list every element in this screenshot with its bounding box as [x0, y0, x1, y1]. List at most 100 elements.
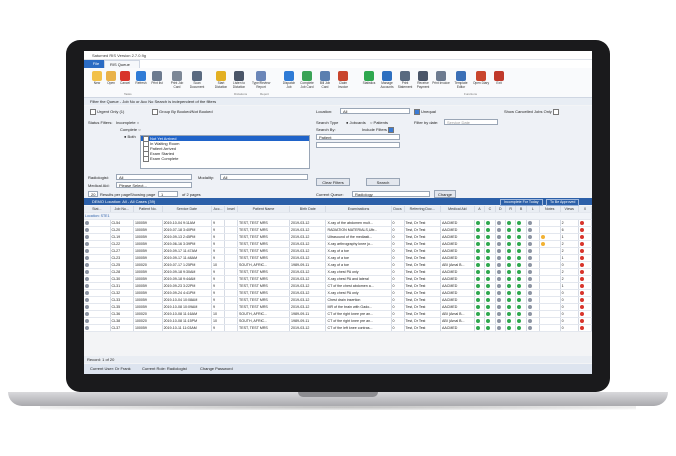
urgent-only-checkbox[interactable]: Urgent Only (1) [90, 109, 124, 115]
table-row[interactable]: CL32 100059 2019-09-24 4:41PM 9 TEST, TEST M… [84, 289, 592, 297]
medical-aid-select[interactable]: Please Select... [116, 182, 192, 188]
print-list-button[interactable]: Print list [148, 71, 166, 93]
notes-cell[interactable] [539, 303, 561, 311]
notes-cell[interactable] [539, 268, 561, 276]
note-icon[interactable] [540, 242, 545, 247]
notes-cell[interactable] [539, 254, 561, 262]
status-option[interactable]: Exam Complete [141, 156, 309, 162]
record-navigator[interactable]: Record: 1 of 20 [84, 356, 592, 363]
cancel-icon[interactable] [579, 270, 584, 275]
change-password-link[interactable]: Change Password [200, 364, 233, 374]
group-row[interactable]: Location: STE1 [84, 212, 592, 220]
cancel-cell[interactable] [578, 324, 592, 332]
cancel-icon[interactable] [579, 249, 584, 254]
bill-button[interactable]: Bill Job Card [316, 71, 334, 93]
table-row[interactable]: CL38 100020 2019-10-08 11:15PM 10 SOUTH, AFR… [84, 317, 592, 325]
table-row[interactable]: CL20 100059 2019-07-18 3:40PM 9 TEST, TEST M… [84, 226, 592, 234]
to-be-approved-button[interactable]: To Be Approved [546, 199, 580, 206]
radiologist-select[interactable]: All [116, 174, 192, 180]
date-select[interactable]: Service Date [444, 119, 498, 125]
cancel-icon[interactable] [579, 263, 584, 268]
table-row[interactable]: CL19 100059 2019-09-13 2:45PM 9 TEST, TEST M… [84, 233, 592, 241]
clear-filters-button[interactable]: Clear Filters [316, 178, 350, 186]
dispatch-button[interactable]: Dispatch Job [280, 71, 298, 93]
notes-cell[interactable] [539, 317, 561, 325]
notes-cell[interactable] [539, 240, 561, 248]
scan-button[interactable]: Scan Document [188, 71, 206, 93]
cancel-cell[interactable] [578, 247, 592, 255]
note-icon[interactable] [540, 235, 545, 240]
modality-select[interactable]: All [220, 174, 308, 180]
notes-cell[interactable] [539, 247, 561, 255]
accounts-button[interactable]: Manage Accounts [378, 71, 396, 93]
notes-cell[interactable] [539, 310, 561, 318]
notes-cell[interactable] [539, 219, 561, 227]
group-by-booked-checkbox[interactable]: Group By Booked/Not Booked [152, 109, 213, 115]
report-button[interactable]: Type/Review Report [252, 71, 270, 93]
cancel-cell[interactable] [578, 296, 592, 304]
invoice-button[interactable]: Print Invoice [432, 71, 450, 93]
cancel-cell[interactable] [578, 310, 592, 318]
cancel-icon[interactable] [579, 291, 584, 296]
jobcards-radio[interactable]: ● Jobcards [346, 120, 366, 125]
table-row[interactable]: CL28 100059 2019-09-18 9:30AM 9 TEST, TEST M… [84, 268, 592, 276]
notes-cell[interactable] [539, 261, 561, 269]
current-queue-select[interactable]: Radiology [352, 191, 430, 197]
notes-cell[interactable] [539, 226, 561, 234]
cancel-cell[interactable] [578, 275, 592, 283]
table-row[interactable]: CL35 100059 2019-10-08 10:09AM 9 TEST, TEST … [84, 303, 592, 311]
exit-button[interactable]: Exit [490, 71, 508, 93]
payment-button[interactable]: Receive Payment [414, 71, 432, 93]
cancel-icon[interactable] [579, 256, 584, 261]
headset-button[interactable]: Listen to Dictation [230, 71, 248, 93]
cancel-cell[interactable] [578, 233, 592, 241]
cancel-cell[interactable] [578, 303, 592, 311]
cancel-icon[interactable] [579, 305, 584, 310]
cancel-icon[interactable] [579, 221, 584, 226]
notes-cell[interactable] [539, 233, 561, 241]
cancel-icon[interactable] [579, 242, 584, 247]
table-row[interactable]: CL30 100059 2019-09-18 9:44AM 9 TEST, TEST M… [84, 275, 592, 283]
table-row[interactable]: CL25 100020 2019-07-17 1:25PM 10 SOUTH, AFRI… [84, 261, 592, 269]
cancel-icon[interactable] [579, 326, 584, 331]
notes-cell[interactable] [539, 324, 561, 332]
notes-cell[interactable] [539, 289, 561, 297]
table-row[interactable]: CL31 100059 2019-09-23 3:22PM 9 TEST, TEST M… [84, 282, 592, 290]
cancel-cell[interactable] [578, 261, 592, 269]
cancel-cell[interactable] [578, 240, 592, 248]
cancel-cell[interactable] [578, 282, 592, 290]
complete-button[interactable]: Complete Job Card [298, 71, 316, 93]
notes-cell[interactable] [539, 296, 561, 304]
table-row[interactable]: CL22 100059 2019-06-16 3:39PM 9 TEST, TEST M… [84, 240, 592, 248]
cancel-cell[interactable] [578, 226, 592, 234]
template-button[interactable]: Template Editor [452, 71, 470, 93]
notes-cell[interactable] [539, 282, 561, 290]
cancel-cell[interactable] [578, 289, 592, 297]
unequal-checkbox[interactable]: Unequal [414, 109, 436, 115]
search-button[interactable]: Search [366, 178, 400, 186]
patients-radio[interactable]: ○ Patients [370, 120, 388, 125]
cancel-cell[interactable] [578, 268, 592, 276]
key-button[interactable]: Start Dictation [212, 71, 230, 93]
statement-button[interactable]: Print Statement [396, 71, 414, 93]
cancel-icon[interactable] [579, 312, 584, 317]
both-radio[interactable]: ● Both [124, 134, 136, 139]
table-row[interactable]: CL36 100020 2019-10-08 11:16AM 10 SOUTH, AFR… [84, 310, 592, 318]
table-row[interactable]: CL54 100059 2019-10-04 9:11AM 9 TEST, TEST M… [84, 219, 592, 227]
incomplete-radio[interactable]: Incomplete ○ [116, 120, 139, 125]
cancel-cell[interactable] [578, 317, 592, 325]
diary-button[interactable]: Open Diary [472, 71, 490, 93]
cancel-icon[interactable] [579, 235, 584, 240]
notes-cell[interactable] [539, 275, 561, 283]
show-cancelled-checkbox[interactable]: Show Cancelled Jobs Only [504, 109, 560, 115]
cancel-icon[interactable] [579, 298, 584, 303]
cancel-icon[interactable] [579, 319, 584, 324]
print-button[interactable]: Print Job Card [168, 71, 186, 93]
cancel-cell[interactable] [578, 254, 592, 262]
table-row[interactable]: CL27 100059 2019-09-17 11:47AM 9 TEST, TEST … [84, 247, 592, 255]
cancel-icon[interactable] [579, 228, 584, 233]
statistics-button[interactable]: Statistics [360, 71, 378, 93]
search-by-select[interactable]: Patient [316, 134, 400, 140]
cancel-icon[interactable] [579, 277, 584, 282]
search-input[interactable] [316, 142, 400, 148]
